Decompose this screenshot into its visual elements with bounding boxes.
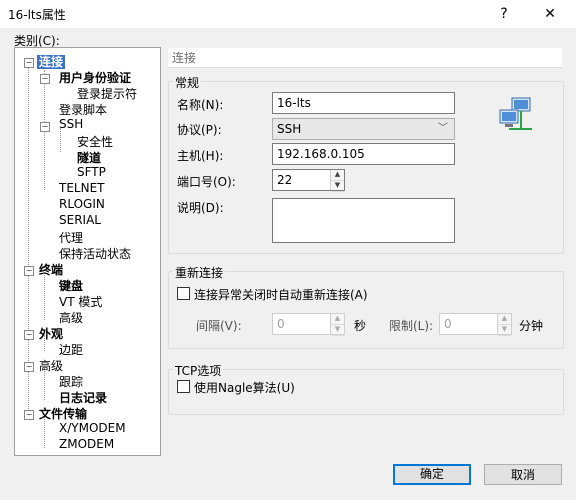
protocol-select[interactable]: SSH ﹀ xyxy=(272,118,455,140)
collapse-icon[interactable]: − xyxy=(40,122,50,132)
tree-item-security[interactable]: 安全性 xyxy=(77,133,113,150)
collapse-icon[interactable]: − xyxy=(24,58,34,68)
nagle-label[interactable]: 使用Nagle算法(U) xyxy=(194,379,295,396)
tree-item-keepalive[interactable]: 保持活动状态 xyxy=(59,245,131,262)
tree-item-xymodem[interactable]: X/YMODEM xyxy=(59,421,126,435)
limit-label: 限制(L): xyxy=(389,319,434,333)
tcp-group-label: TCP选项 xyxy=(173,362,224,379)
window-title: 16-lts属性 xyxy=(8,8,66,22)
protocol-label: 协议(P): xyxy=(177,123,222,137)
tree-item-trace[interactable]: 跟踪 xyxy=(59,373,83,390)
limit-spinner[interactable]: ▲ ▼ xyxy=(497,314,511,336)
tree-item-terminal-advanced[interactable]: 高级 xyxy=(59,309,83,326)
tree-item-file-transfer[interactable]: 文件传输 xyxy=(39,405,87,422)
collapse-icon[interactable]: − xyxy=(40,74,50,84)
host-label: 主机(H): xyxy=(177,149,224,163)
tree-item-margin[interactable]: 边距 xyxy=(59,341,83,358)
interval-value: 0 xyxy=(277,317,285,331)
tree-item-ssh[interactable]: SSH xyxy=(59,117,83,131)
tree-item-tunnel[interactable]: 隧道 xyxy=(77,149,101,166)
tree-item-login-script[interactable]: 登录脚本 xyxy=(59,101,107,118)
close-button[interactable]: ✕ xyxy=(532,0,568,28)
name-label: 名称(N): xyxy=(177,98,224,112)
tree-item-vt-mode[interactable]: VT 模式 xyxy=(59,293,102,310)
tree-item-terminal[interactable]: 终端 xyxy=(39,261,63,278)
description-field[interactable] xyxy=(272,198,455,243)
nagle-checkbox[interactable] xyxy=(177,380,190,393)
cancel-button[interactable]: 取消 xyxy=(484,464,562,485)
port-field[interactable]: 22 ▲ ▼ xyxy=(272,169,345,192)
interval-spinner[interactable]: ▲ ▼ xyxy=(330,314,344,336)
tree-item-sftp[interactable]: SFTP xyxy=(77,165,106,179)
tree-item-rlogin[interactable]: RLOGIN xyxy=(59,197,105,211)
general-group-label: 常规 xyxy=(173,74,202,91)
tree-item-auth[interactable]: 用户身份验证 xyxy=(59,69,131,86)
ok-button[interactable]: 确定 xyxy=(393,464,471,485)
port-spinner[interactable]: ▲ ▼ xyxy=(330,170,344,192)
tree-item-logging[interactable]: 日志记录 xyxy=(59,389,107,406)
title-bar: 16-lts属性 ? ✕ xyxy=(0,0,576,28)
category-tree[interactable]: − 连接 − 用户身份验证 登录提示符 登录脚本 − SSH 安全性 隧道 SF… xyxy=(14,47,161,456)
tree-item-zmodem[interactable]: ZMODEM xyxy=(59,437,114,451)
chevron-down-icon: ﹀ xyxy=(438,123,448,134)
reconnect-group xyxy=(168,271,564,349)
reconnect-group-label: 重新连接 xyxy=(173,264,226,281)
interval-field[interactable]: 0 ▲ ▼ xyxy=(272,313,345,336)
collapse-icon[interactable]: − xyxy=(24,362,34,372)
tree-item-advanced[interactable]: 高级 xyxy=(39,357,63,374)
collapse-icon[interactable]: − xyxy=(24,410,34,420)
host-field[interactable]: 192.168.0.105 xyxy=(272,143,455,165)
tree-item-keyboard[interactable]: 键盘 xyxy=(59,277,83,294)
interval-label: 间隔(V): xyxy=(196,319,242,333)
network-computers-icon xyxy=(498,96,534,132)
auto-reconnect-label[interactable]: 连接异常关闭时自动重新连接(A) xyxy=(194,286,368,303)
tree-item-connection[interactable]: 连接 xyxy=(37,53,66,70)
panel-title: 连接 xyxy=(168,48,562,68)
tree-item-login-prompt[interactable]: 登录提示符 xyxy=(77,85,137,102)
port-value: 22 xyxy=(277,173,293,187)
tree-item-telnet[interactable]: TELNET xyxy=(59,181,105,195)
protocol-value: SSH xyxy=(277,122,302,136)
limit-unit: 分钟 xyxy=(519,319,544,333)
collapse-icon[interactable]: − xyxy=(24,266,34,276)
limit-field[interactable]: 0 ▲ ▼ xyxy=(439,313,512,336)
name-field[interactable]: 16-lts xyxy=(272,92,455,114)
tree-item-serial[interactable]: SERIAL xyxy=(59,213,101,227)
tree-item-proxy[interactable]: 代理 xyxy=(59,229,83,246)
limit-value: 0 xyxy=(444,317,452,331)
tree-item-appearance[interactable]: 外观 xyxy=(39,325,63,342)
collapse-icon[interactable]: − xyxy=(24,330,34,340)
interval-unit: 秒 xyxy=(354,319,367,333)
port-label: 端口号(O): xyxy=(177,175,236,189)
help-button[interactable]: ? xyxy=(486,0,522,28)
desc-label: 说明(D): xyxy=(177,201,224,215)
auto-reconnect-checkbox[interactable] xyxy=(177,287,190,300)
